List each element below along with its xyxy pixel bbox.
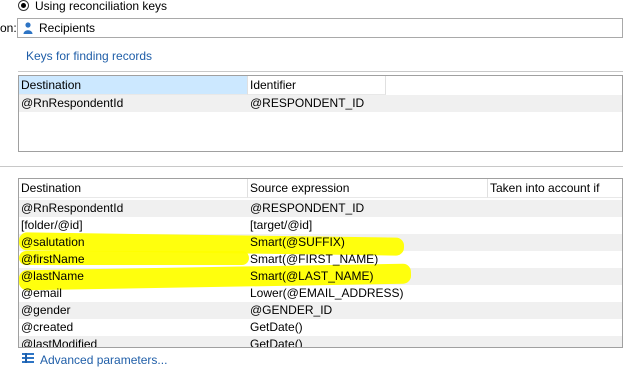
mapping-destination: @gender [21,303,71,317]
mapping-destination: @lastModified [21,337,98,348]
mapping-destination: @email [21,286,62,300]
mapping-source: @RESPONDENT_ID [250,201,365,215]
radio-selected-dot [21,3,26,8]
mapping-destination: @firstName [21,252,85,266]
keys-col-identifier[interactable]: Identifier [248,76,386,95]
mapping-col-destination[interactable]: Destination [19,179,248,198]
settings-list-icon [22,353,34,363]
mapping-source: Smart(@LAST_NAME) [250,269,374,283]
mapping-source: Smart(@SUFFIX) [250,235,345,249]
target-value: Recipients [39,21,96,35]
mapping-destination: @lastName [21,269,84,283]
mapping-destination: [folder/@id] [21,218,83,232]
reconciliation-keys-radio[interactable] [18,0,29,11]
keys-grid[interactable]: Destination Identifier @RnRespondentId @… [18,75,623,152]
mapping-col-condition[interactable]: Taken into account if [488,179,622,198]
mapping-source: GetDate() [250,320,303,334]
target-field[interactable]: Recipients [17,18,623,38]
mapping-grid[interactable]: Destination Source expression Taken into… [18,178,623,348]
keys-section-title: Keys for finding records [26,49,153,63]
section-divider [0,166,623,167]
keys-cell-destination: @RnRespondentId [21,96,124,110]
mapping-destination: @RnRespondentId [21,201,124,215]
keys-col-destination[interactable]: Destination [19,76,248,95]
mapping-col-source[interactable]: Source expression [248,179,488,198]
mapping-source: Smart(@FIRST_NAME) [250,252,379,266]
mapping-source: [target/@id] [250,218,313,232]
mapping-source: Lower(@EMAIL_ADDRESS) [250,286,404,300]
mapping-source: @GENDER_ID [250,303,333,317]
keys-section-divider [18,71,623,72]
mapping-destination: @created [21,320,74,334]
mapping-destination: @salutation [21,235,85,249]
mapping-source: GetDate() [250,337,303,348]
person-icon [23,22,33,34]
target-label: on: [0,21,17,35]
keys-cell-identifier: @RESPONDENT_ID [250,96,365,110]
reconciliation-keys-label: Using reconciliation keys [35,0,168,13]
